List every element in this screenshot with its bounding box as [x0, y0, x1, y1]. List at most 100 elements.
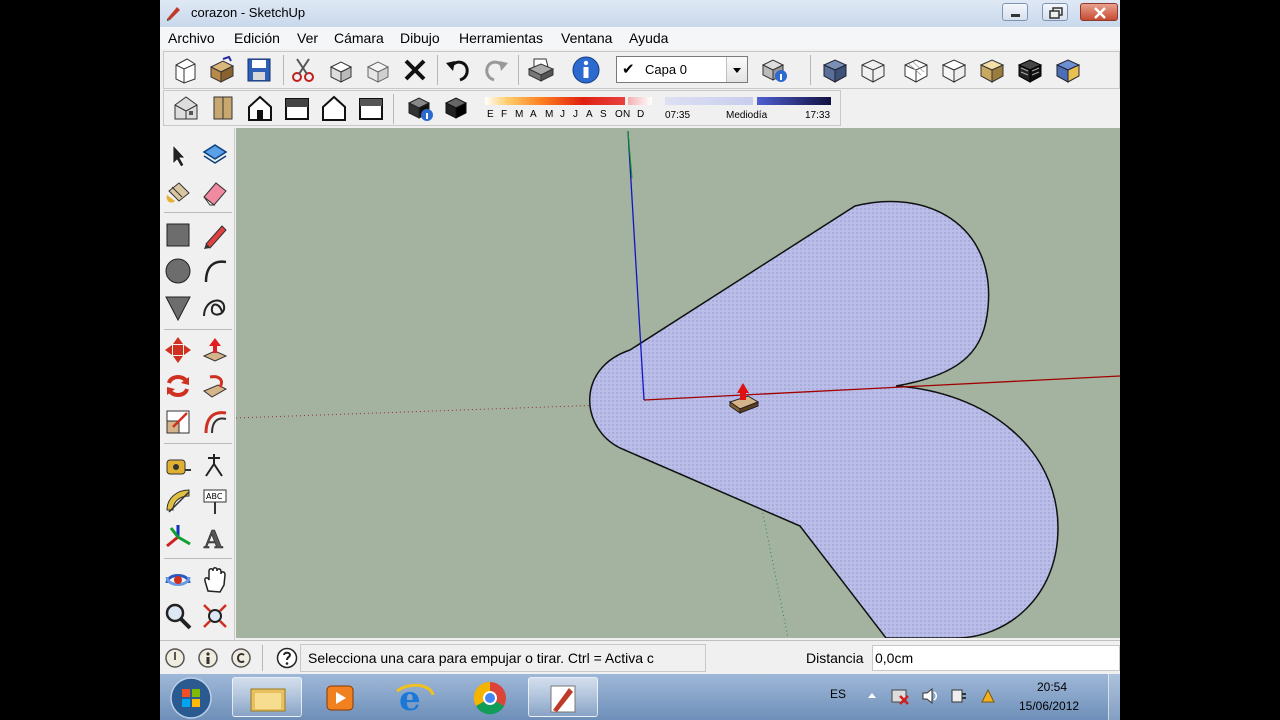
paste-icon[interactable]	[363, 55, 393, 85]
menu-ventana[interactable]: Ventana	[561, 30, 612, 46]
month-label: O	[615, 109, 623, 120]
layers-manager-icon[interactable]	[759, 55, 789, 85]
tray-app-icon[interactable]	[978, 686, 998, 706]
text-abc-icon[interactable]: ABC	[200, 486, 230, 516]
monochrome-style-icon[interactable]	[1015, 55, 1045, 85]
wireframe-style-icon[interactable]	[858, 55, 888, 85]
redo-icon[interactable]	[481, 55, 511, 85]
menu-camara[interactable]: Cámara	[334, 30, 384, 46]
clock-date[interactable]: 15/06/2012	[1019, 699, 1079, 713]
taskbar-chrome[interactable]	[455, 677, 525, 717]
restore-button[interactable]	[1042, 3, 1068, 21]
folder-icon	[250, 688, 286, 712]
clock-time[interactable]: 20:54	[1037, 680, 1067, 694]
top-view-icon[interactable]	[208, 93, 238, 123]
date-gradient	[485, 97, 625, 105]
taskbar-sketchup[interactable]	[528, 677, 598, 717]
shaded-style-icon[interactable]	[939, 55, 969, 85]
geolocation-icon[interactable]	[164, 647, 186, 669]
rotate-icon[interactable]	[163, 371, 193, 401]
orbit-icon[interactable]	[163, 565, 193, 595]
front-view-icon[interactable]	[245, 93, 275, 123]
sketchup-taskbar-icon	[550, 685, 576, 713]
circle-icon[interactable]	[163, 256, 193, 286]
credits-icon[interactable]	[197, 647, 219, 669]
new-icon[interactable]	[170, 55, 200, 85]
make-component-icon[interactable]	[200, 140, 230, 170]
network-icon[interactable]	[890, 686, 910, 706]
right-view-icon[interactable]	[282, 93, 312, 123]
title-bar: corazon - SketchUp	[160, 0, 1120, 28]
shadow-date-slider[interactable]: E F M A M J J A S O N D	[485, 97, 655, 123]
erase-icon[interactable]	[400, 55, 430, 85]
month-label: M	[545, 109, 554, 120]
display-shadows-icon[interactable]	[442, 93, 472, 123]
left-view-icon[interactable]	[356, 93, 386, 123]
taskbar-media-player[interactable]	[305, 677, 375, 717]
power-plug-icon[interactable]	[948, 686, 968, 706]
axes-icon[interactable]	[163, 522, 193, 552]
iso-view-icon[interactable]	[171, 93, 201, 123]
offset-icon[interactable]	[200, 407, 230, 437]
save-icon[interactable]	[244, 55, 274, 85]
copyright-icon[interactable]	[230, 647, 252, 669]
pan-hand-icon[interactable]	[200, 565, 230, 595]
drawing-viewport[interactable]	[236, 128, 1120, 638]
undo-icon[interactable]	[443, 55, 473, 85]
model-canvas[interactable]	[236, 128, 1120, 638]
print-icon[interactable]	[526, 55, 556, 85]
tray-expand-icon[interactable]	[866, 689, 878, 701]
menu-dibujo[interactable]: Dibujo	[400, 30, 440, 46]
menu-herramientas[interactable]: Herramientas	[459, 30, 543, 46]
chevron-down-icon[interactable]	[726, 57, 747, 82]
follow-me-icon[interactable]	[200, 371, 230, 401]
arc-icon[interactable]	[200, 256, 230, 286]
move-icon[interactable]	[163, 335, 193, 365]
menu-edicion[interactable]: Edición	[234, 30, 280, 46]
month-label: A	[586, 109, 593, 120]
back-view-icon[interactable]	[319, 93, 349, 123]
show-desktop-button[interactable]	[1108, 674, 1120, 720]
xray-toggle-icon[interactable]	[1053, 55, 1083, 85]
menu-ver[interactable]: Ver	[297, 30, 318, 46]
freehand-icon[interactable]	[200, 292, 230, 322]
paint-bucket-icon[interactable]	[163, 177, 193, 207]
taskbar-internet-explorer[interactable]: e	[381, 677, 451, 719]
internet-explorer-icon: e	[396, 679, 435, 719]
hidden-line-style-icon[interactable]	[901, 55, 931, 85]
select-arrow-icon[interactable]	[163, 140, 193, 170]
start-orb-icon[interactable]	[168, 675, 214, 720]
zoom-extents-icon[interactable]	[200, 601, 230, 631]
palette-separator	[164, 329, 232, 330]
menu-ayuda[interactable]: Ayuda	[629, 30, 668, 46]
copy-icon[interactable]	[326, 55, 356, 85]
volume-icon[interactable]	[920, 686, 940, 706]
model-info-icon[interactable]	[571, 55, 601, 85]
push-pull-icon[interactable]	[200, 335, 230, 365]
cut-icon[interactable]	[288, 55, 318, 85]
polygon-icon[interactable]	[163, 292, 193, 322]
close-button[interactable]	[1080, 3, 1118, 21]
menu-archivo[interactable]: Archivo	[168, 30, 215, 46]
scale-icon[interactable]	[163, 407, 193, 437]
dimension-icon[interactable]	[200, 450, 230, 480]
eraser-icon[interactable]	[200, 177, 230, 207]
3d-text-icon[interactable]: A	[200, 522, 230, 552]
rectangle-icon[interactable]	[163, 220, 193, 250]
taskbar-explorer[interactable]	[232, 677, 302, 717]
help-question-icon[interactable]	[276, 647, 298, 669]
protractor-icon[interactable]	[163, 486, 193, 516]
shadow-time-slider[interactable]: 07:35 Mediodía 17:33	[665, 97, 835, 123]
xray-style-icon[interactable]	[820, 55, 850, 85]
zoom-magnifier-icon[interactable]	[163, 601, 193, 631]
shadow-settings-icon[interactable]	[405, 93, 435, 123]
shaded-textures-style-icon[interactable]	[977, 55, 1007, 85]
language-indicator[interactable]: ES	[830, 687, 846, 701]
layer-select[interactable]: ✔ Capa 0	[616, 56, 748, 83]
heart-face[interactable]	[589, 200, 1059, 638]
open-icon[interactable]	[207, 55, 237, 85]
line-pencil-icon[interactable]	[200, 220, 230, 250]
month-label: J	[560, 109, 565, 120]
minimize-button[interactable]	[1002, 3, 1028, 21]
tape-measure-icon[interactable]	[163, 450, 193, 480]
